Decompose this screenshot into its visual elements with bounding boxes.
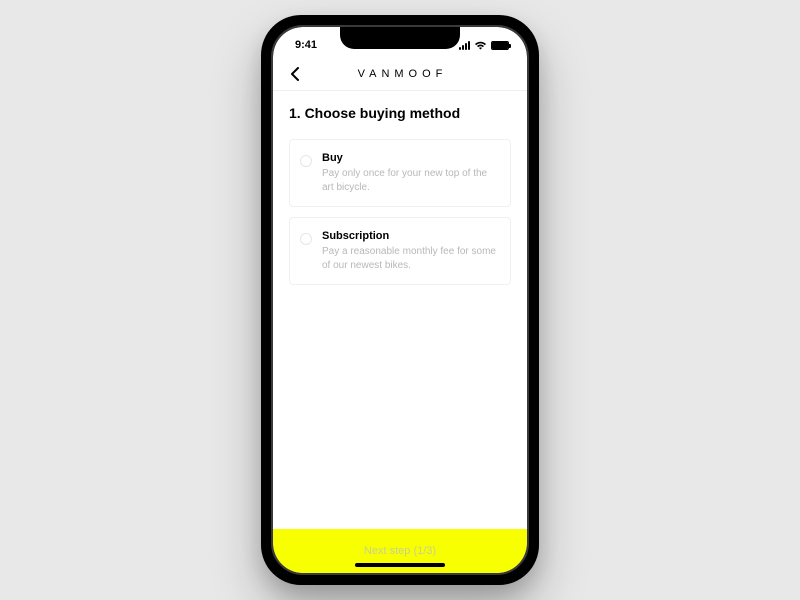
option-title: Subscription [322, 230, 498, 242]
phone-bezel: 9:41 VANMOOF [271, 25, 529, 575]
home-indicator[interactable] [355, 563, 445, 567]
status-time: 9:41 [295, 39, 317, 51]
battery-icon [491, 41, 509, 50]
option-desc: Pay a reasonable monthly fee for some of… [322, 245, 498, 272]
brand-logo: VANMOOF [353, 68, 448, 80]
next-step-label: Next step (1/3) [364, 545, 436, 557]
phone-frame: 9:41 VANMOOF [261, 15, 539, 585]
status-indicators [459, 41, 509, 50]
wifi-icon [474, 41, 487, 50]
page-title: 1. Choose buying method [289, 105, 511, 121]
nav-bar: VANMOOF [273, 57, 527, 91]
option-buy[interactable]: Buy Pay only once for your new top of th… [289, 139, 511, 207]
signal-icon [459, 41, 470, 50]
radio-icon [300, 155, 312, 167]
back-button[interactable] [285, 64, 305, 84]
content: 1. Choose buying method Buy Pay only onc… [273, 91, 527, 529]
option-subscription[interactable]: Subscription Pay a reasonable monthly fe… [289, 217, 511, 285]
chevron-left-icon [290, 67, 300, 81]
option-desc: Pay only once for your new top of the ar… [322, 167, 498, 194]
radio-icon [300, 233, 312, 245]
option-text: Subscription Pay a reasonable monthly fe… [322, 230, 498, 272]
option-text: Buy Pay only once for your new top of th… [322, 152, 498, 194]
screen: 9:41 VANMOOF [273, 27, 527, 573]
option-title: Buy [322, 152, 498, 164]
notch [340, 27, 460, 49]
